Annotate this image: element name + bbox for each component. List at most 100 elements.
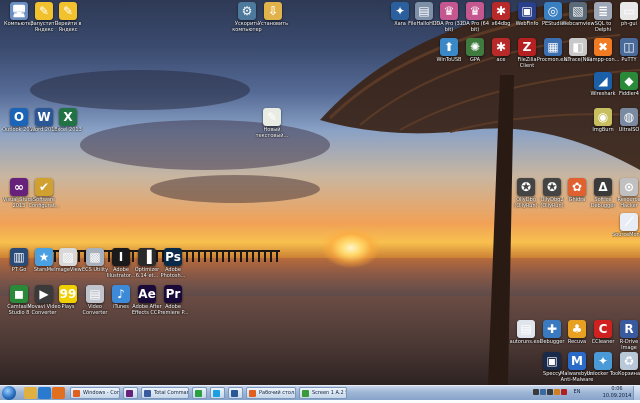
clock-date: 10.09.2014 [602,393,632,399]
desktop-shortcut[interactable]: ⊙ Resource Hacker [612,178,640,209]
language-indicator[interactable]: EN [570,389,584,403]
taskbar-window-button[interactable]: Total Commande... [141,387,189,399]
gpa-icon: ✺ [466,38,484,56]
firefox-taskbar-icon [73,390,80,397]
clock-time: 0:06 [611,386,623,392]
desktop-shortcut-label: Software Configurat... [28,197,60,209]
ecs-icon: ▩ [86,248,104,266]
tray-volume-icon[interactable] [547,389,553,395]
aftereffects-icon: Ae [138,285,156,303]
desktop-shortcut[interactable]: ⟋SourceMonitor [612,213,640,238]
desktop[interactable]: 🖥 Компьютер ✎ Запустить Яндекс ✎ Перейти в Ян… [0,0,640,385]
start-button[interactable] [2,386,16,400]
pestudio-icon: ◎ [544,2,562,20]
tray-arrow-icon[interactable] [533,389,539,395]
desktop-shortcut-label: Adobe Photosh... [160,267,186,279]
desktop-shortcut-label: Корзина [617,371,640,377]
wallpaper-cloud [30,70,250,110]
taskbar-window-button[interactable]: Screen 1 A.2 Si... [299,387,347,399]
ollydbg-icon: ✪ [517,178,535,196]
desktop-shortcut[interactable]: ✔ Software Configurat... [27,178,61,209]
filezilla-icon: Z [518,38,536,56]
itunes-icon: ♪ [112,285,130,303]
recycle-bin-icon: ♻ [620,352,638,370]
ultraiso-icon: ◍ [620,108,638,126]
premiere-icon: Pr [164,285,182,303]
taskbar: Windows - Commit... Total Commande... Рабо… [0,385,640,400]
media-player-icon[interactable] [52,387,65,399]
taskbar-window-button[interactable]: Рабочий стол.ht... [246,387,296,399]
totalcommander-taskbar-icon [144,390,151,397]
taskbar-window-button[interactable] [192,387,207,399]
taskbar-window-title: Total Commande... [154,390,188,396]
photoshop-icon: Ps [164,248,182,266]
desktop-shortcut[interactable]: ◫ PuTTY [612,38,640,63]
ccleaner-icon: C [594,320,612,338]
desktop-shortcut-label: R-Drive Image [619,339,639,351]
resourcehacker-icon: ⊙ [620,178,638,196]
softice-icon: Δ [594,178,612,196]
desktop-shortcut-label: PuTTY [621,57,637,63]
desktop-shortcut-label: Перейти в Яндекс [54,21,82,33]
tray-flag-icon[interactable] [561,389,567,395]
plays-icon: 99 [59,285,77,303]
computer-icon: 🖥 [10,2,28,20]
show-desktop-button[interactable] [633,386,640,400]
sql-delphi-icon: ≣ [594,2,612,20]
desktop-shortcut-label: UltraISO [618,127,640,133]
taskbar-window-button[interactable] [210,387,225,399]
tray-network-icon[interactable] [540,389,546,395]
videoconverter-icon: ▤ [86,285,104,303]
clock[interactable]: 0:06 10.09.2014 [601,386,633,400]
desktop-shortcut[interactable]: ✎ Новый текстовый... [255,108,289,139]
desktop-shortcut-label: ph-gui [621,21,637,27]
procmon-icon: ▦ [544,38,562,56]
taskbar-window-button[interactable] [123,387,138,399]
ida64-icon: ♛ [466,2,484,20]
ph-gui-icon: ▭ [620,2,638,20]
autoruns-icon: ▤ [517,320,535,338]
desktop-shortcut[interactable]: ⇩ Установить [256,2,290,27]
desktop-shortcut[interactable]: Ps Adobe Photosh... [156,248,190,279]
debugger-icon: ✚ [543,320,561,338]
desktop-shortcut[interactable]: R R-Drive Image [612,320,640,351]
taskbar-window-title: Screen 1 A.2 Si... [312,390,346,396]
speccy-icon: ▣ [543,352,561,370]
desktop-shortcut[interactable]: ✎ Перейти в Яндекс [51,2,85,33]
skype-taskbar-icon [213,390,220,397]
ptgo-icon: ▥ [10,248,28,266]
wintousb-icon: ⬆ [440,38,458,56]
wallpaper-cloud [150,175,320,203]
wireshark-icon: ◢ [594,72,612,90]
wallpaper-cloud [80,120,330,170]
desktop-shortcut-label: Установить [257,21,289,27]
desktop-shortcut[interactable]: Pr Adobe Premiere P... [156,285,190,316]
tray-shield-icon[interactable] [554,389,560,395]
word-taskbar-icon [231,390,238,397]
rdrive-icon: R [620,320,638,338]
illustrator-icon: I [112,248,130,266]
webfinfo-icon: ▣ [518,2,536,20]
desktop-shortcut[interactable]: ♻ Корзина [612,352,640,377]
firefox2-taskbar-icon [249,390,256,397]
yandex-go-icon: ✎ [59,2,77,20]
desktop-shortcut[interactable]: ◆ Fiddler4 [612,72,640,97]
install-icon: ⇩ [264,2,282,20]
software-config-icon: ✔ [35,178,53,196]
desktop-shortcut-label: SourceMonitor [612,232,640,238]
excel-icon: X [59,108,77,126]
camtasia-icon: ◼ [10,285,28,303]
taskbar-window-button[interactable]: Windows - Commit... [70,387,120,399]
desktop-shortcut[interactable]: ◍ UltraISO [612,108,640,133]
taskbar-window-title: Windows - Commit... [83,390,119,396]
desktop-shortcut[interactable]: X Excel 2013 [51,108,85,133]
sourcemonitor-icon: ⟋ [620,213,638,231]
desktop-shortcut[interactable]: ▭ ph-gui [612,2,640,27]
ace-icon: ✱ [492,38,510,56]
desktop-shortcut-label: Excel 2013 [54,127,82,133]
speedup-icon: ⚙ [238,2,256,20]
taskbar-window-button[interactable] [228,387,243,399]
windows-explorer-icon[interactable] [24,387,37,399]
desktop-shortcut-label: Fiddler4 [619,91,639,97]
internet-explorer-icon[interactable] [38,387,51,399]
